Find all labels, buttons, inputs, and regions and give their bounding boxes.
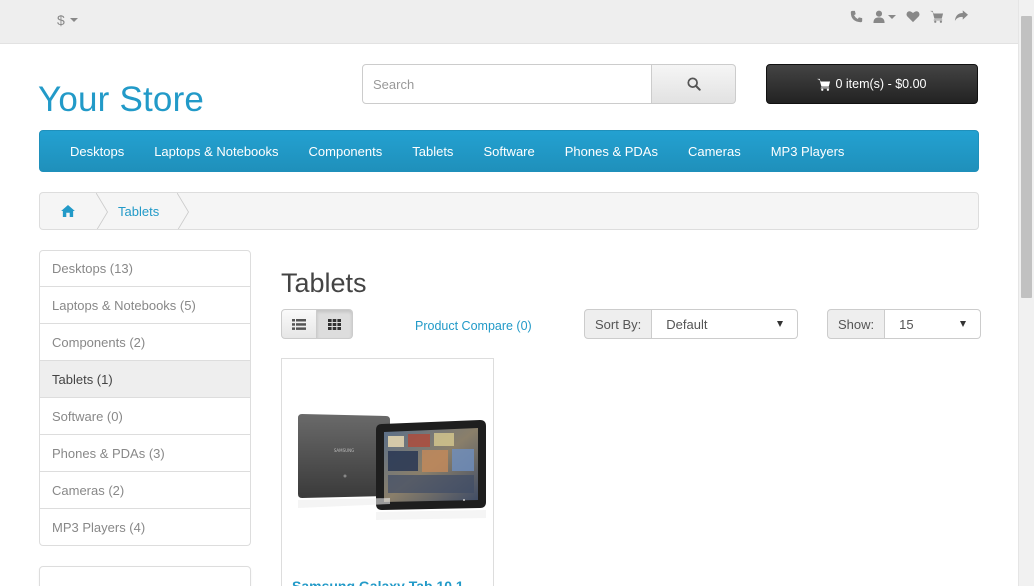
breadcrumb-home[interactable] (40, 193, 96, 229)
account-dropdown[interactable] (873, 10, 896, 23)
top-bar: $ (0, 0, 1018, 44)
menu-item-components[interactable]: Components (294, 144, 398, 159)
scrollbar-thumb[interactable] (1021, 16, 1032, 298)
grid-icon (328, 318, 341, 330)
grid-view-button[interactable] (317, 309, 353, 339)
sort-value: Default (666, 316, 708, 332)
product-card: SAMSUNG Samsung Galaxy Tab 10.1 (281, 358, 494, 586)
search-button[interactable] (652, 64, 736, 104)
share-icon[interactable] (954, 10, 968, 23)
sidebar-module (39, 566, 251, 586)
list-icon (292, 318, 306, 330)
sidebar-item-components[interactable]: Components (2) (39, 324, 251, 361)
currency-dropdown[interactable]: $ (57, 12, 78, 28)
cart-icon (817, 78, 831, 91)
search-bar (362, 64, 736, 104)
cart-icon[interactable] (930, 10, 944, 23)
sidebar-item-mp3[interactable]: MP3 Players (4) (39, 509, 251, 546)
chevron-down-icon (69, 18, 78, 22)
product-compare-link[interactable]: Product Compare (0) (415, 319, 532, 333)
breadcrumb: Tablets (39, 192, 979, 230)
page-scrollbar[interactable] (1018, 0, 1034, 586)
sidebar-item-phones[interactable]: Phones & PDAs (3) (39, 435, 251, 472)
store-logo[interactable]: Your Store (38, 80, 204, 120)
chevron-down-icon (888, 14, 896, 19)
main-menu: Desktops Laptops & Notebooks Components … (39, 130, 979, 172)
show-value: 15 (899, 316, 914, 332)
user-icon (873, 10, 885, 23)
sidebar-item-software[interactable]: Software (0) (39, 398, 251, 435)
search-input[interactable] (362, 64, 652, 104)
category-sidebar: Desktops (13) Laptops & Notebooks (5) Co… (39, 250, 251, 546)
sort-label: Sort By: (584, 309, 653, 339)
chevron-down-icon (960, 321, 967, 327)
menu-item-software[interactable]: Software (468, 144, 549, 159)
cart-button[interactable]: 0 item(s) - $0.00 (766, 64, 978, 104)
cart-total: 0 item(s) - $0.00 (835, 77, 927, 91)
sidebar-item-desktops[interactable]: Desktops (13) (39, 250, 251, 287)
product-name-link[interactable]: Samsung Galaxy Tab 10.1 (292, 578, 464, 586)
top-links (850, 10, 968, 23)
sort-select[interactable]: Default (652, 309, 799, 339)
chevron-down-icon (777, 321, 784, 327)
page-title: Tablets (281, 268, 367, 298)
menu-item-tablets[interactable]: Tablets (397, 144, 468, 159)
menu-item-mp3[interactable]: MP3 Players (756, 144, 860, 159)
sidebar-item-tablets[interactable]: Tablets (1) (39, 361, 251, 398)
menu-item-cameras[interactable]: Cameras (673, 144, 756, 159)
list-view-button[interactable] (281, 309, 317, 339)
menu-item-phones[interactable]: Phones & PDAs (550, 144, 673, 159)
menu-item-laptops[interactable]: Laptops & Notebooks (139, 144, 293, 159)
show-label: Show: (827, 309, 886, 339)
breadcrumb-current[interactable]: Tablets (96, 204, 177, 219)
menu-item-desktops[interactable]: Desktops (55, 144, 139, 159)
svg-text:SAMSUNG: SAMSUNG (333, 448, 353, 453)
limit-control: Show: 15 (827, 309, 982, 339)
sidebar-item-cameras[interactable]: Cameras (2) (39, 472, 251, 509)
currency-symbol: $ (57, 12, 65, 28)
home-icon (61, 205, 75, 217)
search-icon (686, 77, 701, 91)
sidebar-item-laptops[interactable]: Laptops & Notebooks (5) (39, 287, 251, 324)
sort-control: Sort By: Default (584, 309, 799, 339)
view-toggle (281, 309, 353, 339)
show-select[interactable]: 15 (885, 309, 982, 339)
heart-icon[interactable] (906, 10, 920, 23)
phone-icon[interactable] (850, 10, 863, 23)
product-image[interactable]: SAMSUNG (282, 399, 493, 529)
